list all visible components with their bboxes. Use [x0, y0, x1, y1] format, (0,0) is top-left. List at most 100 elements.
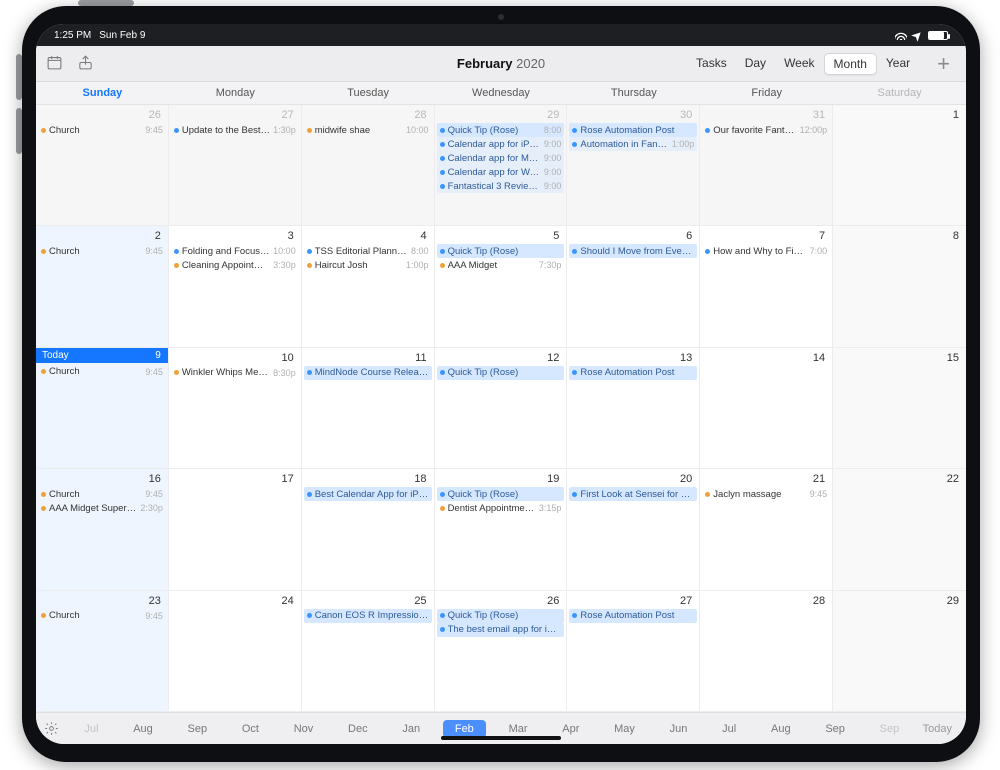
day-cell[interactable]: 26Church9:45: [36, 105, 169, 226]
day-cell[interactable]: 15: [833, 348, 966, 469]
event-item[interactable]: Should I Move from Evernote to N: [569, 244, 697, 258]
scrub-month-jan[interactable]: Jan: [390, 720, 432, 738]
event-item[interactable]: Haircut Josh1:00p: [304, 258, 432, 272]
day-cell[interactable]: 2Church9:45: [36, 226, 169, 347]
event-item[interactable]: AAA Midget7:30p: [437, 258, 565, 272]
event-item[interactable]: midwife shae10:00: [304, 123, 432, 137]
event-item[interactable]: Quick Tip (Rose)8:00: [437, 123, 565, 137]
day-cell[interactable]: 11MindNode Course Release: [302, 348, 435, 469]
event-item[interactable]: Canon EOS R Impressions (Josh): [304, 609, 432, 623]
day-cell[interactable]: 1: [833, 105, 966, 226]
event-item[interactable]: Church9:45: [38, 244, 166, 258]
view-year[interactable]: Year: [877, 53, 919, 75]
event-item[interactable]: Quick Tip (Rose): [437, 487, 565, 501]
event-item[interactable]: Calendar app for Watch Upd9:00: [437, 165, 565, 179]
day-cell[interactable]: 26Quick Tip (Rose)The best email app for…: [435, 591, 568, 712]
event-item[interactable]: Cleaning Appointment (Jos3:30p: [171, 258, 299, 272]
day-cell[interactable]: 14: [700, 348, 833, 469]
event-item[interactable]: Church9:45: [38, 123, 166, 137]
day-cell[interactable]: 13Rose Automation Post: [567, 348, 700, 469]
scrub-month-jun[interactable]: Jun: [658, 720, 700, 738]
scrub-month-jul[interactable]: Jul: [710, 720, 748, 738]
day-cell[interactable]: 21Jaclyn massage9:45: [700, 469, 833, 590]
add-event-button[interactable]: +: [931, 51, 956, 77]
event-item[interactable]: Calendar app for iPhone Up9:00: [437, 137, 565, 151]
event-title: midwife shae: [315, 125, 403, 136]
day-cell[interactable]: 28midwife shae10:00: [302, 105, 435, 226]
event-item[interactable]: Quick Tip (Rose): [437, 366, 565, 380]
day-cell[interactable]: 27Rose Automation Post: [567, 591, 700, 712]
event-item[interactable]: Dentist Appointment Josh3:15p: [437, 501, 565, 515]
event-item[interactable]: Church9:45: [38, 365, 166, 379]
event-item[interactable]: Fantastical 3 Review (Rose/9:00: [437, 179, 565, 193]
scrub-month-jul[interactable]: Jul: [72, 720, 110, 738]
event-item[interactable]: Quick Tip (Rose): [437, 609, 565, 623]
scrub-month-feb[interactable]: Feb: [443, 720, 486, 738]
day-cell[interactable]: 29Quick Tip (Rose)8:00Calendar app for i…: [435, 105, 568, 226]
day-cell[interactable]: 22: [833, 469, 966, 590]
day-cell[interactable]: 28: [700, 591, 833, 712]
view-week[interactable]: Week: [775, 53, 823, 75]
event-item[interactable]: Best Calendar App for iPad (Josh): [304, 487, 432, 501]
day-cell[interactable]: 5Quick Tip (Rose)AAA Midget7:30p: [435, 226, 568, 347]
day-cell[interactable]: 8: [833, 226, 966, 347]
scrub-month-apr[interactable]: Apr: [550, 720, 591, 738]
day-cell[interactable]: 3Folding and Focus Mode (10:00Cleaning A…: [169, 226, 302, 347]
event-item[interactable]: Update to the Best Mind M1:30p: [171, 123, 299, 137]
day-cell[interactable]: 12Quick Tip (Rose): [435, 348, 568, 469]
settings-icon[interactable]: [44, 721, 59, 736]
event-item[interactable]: How and Why to Find the Ti7:00: [702, 244, 830, 258]
event-item[interactable]: Rose Automation Post: [569, 123, 697, 137]
event-item[interactable]: Church9:45: [38, 609, 166, 623]
day-cell[interactable]: 16Church9:45AAA Midget Supervision?2:30p: [36, 469, 169, 590]
day-cell[interactable]: 7How and Why to Find the Ti7:00: [700, 226, 833, 347]
home-indicator[interactable]: [441, 736, 561, 740]
share-icon[interactable]: [77, 54, 94, 74]
day-cell[interactable]: 18Best Calendar App for iPad (Josh): [302, 469, 435, 590]
scrub-month-oct[interactable]: Oct: [230, 720, 271, 738]
day-cell[interactable]: 29: [833, 591, 966, 712]
day-cell[interactable]: 30Rose Automation PostAutomation in Fant…: [567, 105, 700, 226]
scrub-month-aug[interactable]: Aug: [121, 720, 165, 738]
view-month[interactable]: Month: [824, 53, 877, 75]
view-tasks[interactable]: Tasks: [687, 53, 736, 75]
event-item[interactable]: TSS Editorial Planning Call8:00: [304, 244, 432, 258]
day-cell[interactable]: 4TSS Editorial Planning Call8:00Haircut …: [302, 226, 435, 347]
day-cell[interactable]: 6Should I Move from Evernote to N: [567, 226, 700, 347]
event-item[interactable]: Calendar app for Mac updat9:00: [437, 151, 565, 165]
day-cell[interactable]: 24: [169, 591, 302, 712]
scrub-month-sep[interactable]: Sep: [176, 720, 220, 738]
day-cell[interactable]: 19Quick Tip (Rose)Dentist Appointment Jo…: [435, 469, 568, 590]
day-cell[interactable]: 27Update to the Best Mind M1:30p: [169, 105, 302, 226]
event-item[interactable]: Quick Tip (Rose): [437, 244, 565, 258]
event-item[interactable]: Jaclyn massage9:45: [702, 487, 830, 501]
scrub-month-mar[interactable]: Mar: [497, 720, 540, 738]
day-cell[interactable]: 25Canon EOS R Impressions (Josh): [302, 591, 435, 712]
event-item[interactable]: Folding and Focus Mode (10:00: [171, 244, 299, 258]
event-item[interactable]: First Look at Sensei for Mac (Mari: [569, 487, 697, 501]
event-item[interactable]: Our favorite Fantastical 312:00p: [702, 123, 830, 137]
day-cell[interactable]: 20First Look at Sensei for Mac (Mari: [567, 469, 700, 590]
event-item[interactable]: Rose Automation Post: [569, 366, 697, 380]
view-day[interactable]: Day: [736, 53, 775, 75]
event-item[interactable]: Winkler Whips Meeting8:30p: [171, 366, 299, 380]
today-button[interactable]: Today: [917, 723, 958, 735]
scrub-month-sep[interactable]: Sep: [813, 720, 857, 738]
event-item[interactable]: Rose Automation Post: [569, 609, 697, 623]
day-cell[interactable]: 17: [169, 469, 302, 590]
event-item[interactable]: The best email app for iPhone (Mi: [437, 623, 565, 637]
day-cell[interactable]: Today9Church9:45: [36, 348, 169, 469]
scrub-month-aug[interactable]: Aug: [759, 720, 803, 738]
event-item[interactable]: MindNode Course Release: [304, 366, 432, 380]
day-cell[interactable]: 10Winkler Whips Meeting8:30p: [169, 348, 302, 469]
event-item[interactable]: Church9:45: [38, 487, 166, 501]
scrub-month-nov[interactable]: Nov: [282, 720, 326, 738]
day-cell[interactable]: 31Our favorite Fantastical 312:00p: [700, 105, 833, 226]
scrub-month-dec[interactable]: Dec: [336, 720, 380, 738]
scrub-month-may[interactable]: May: [602, 720, 647, 738]
event-item[interactable]: Automation in Fantastical 31:00p: [569, 137, 697, 151]
scrub-month-sep[interactable]: Sep: [868, 720, 912, 738]
event-item[interactable]: AAA Midget Supervision?2:30p: [38, 501, 166, 515]
day-cell[interactable]: 23Church9:45: [36, 591, 169, 712]
calendar-icon[interactable]: [46, 54, 63, 74]
